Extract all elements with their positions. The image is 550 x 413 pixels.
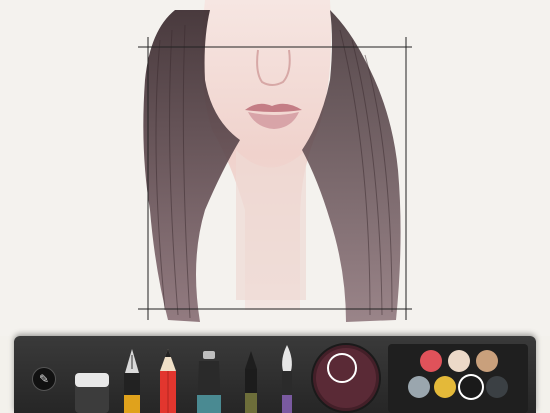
fine-liner-tool[interactable] [240, 347, 262, 413]
eraser-tool[interactable] [74, 369, 110, 413]
fine-liner-icon [245, 351, 257, 413]
palette-swatch[interactable] [448, 350, 470, 372]
pencil-tool[interactable] [157, 347, 179, 413]
palette-swatch[interactable] [486, 376, 508, 398]
drawing-canvas[interactable] [0, 0, 550, 336]
eraser-icon [75, 373, 109, 413]
pencil-icon [160, 349, 176, 413]
fountain-pen-icon [124, 349, 140, 413]
brush-icon [282, 345, 292, 413]
palette-swatch[interactable] [420, 350, 442, 372]
palette-swatch[interactable] [408, 376, 430, 398]
marker-icon [197, 351, 221, 413]
color-palette [388, 344, 528, 413]
palette-swatch[interactable] [476, 350, 498, 372]
sketch-drawing [138, 0, 412, 322]
palette-swatch[interactable] [460, 376, 482, 398]
tool-tray: ✎ [14, 336, 536, 413]
neck-shading [236, 150, 306, 300]
marker-tool[interactable] [194, 347, 224, 413]
brush-tool[interactable] [276, 343, 298, 413]
fountain-pen-tool[interactable] [121, 347, 143, 413]
menu-button[interactable]: ✎ [32, 367, 56, 391]
current-color-indicator [327, 353, 357, 383]
color-mixer[interactable] [313, 345, 379, 411]
palette-swatch[interactable] [434, 376, 456, 398]
pencil-icon: ✎ [38, 372, 50, 386]
